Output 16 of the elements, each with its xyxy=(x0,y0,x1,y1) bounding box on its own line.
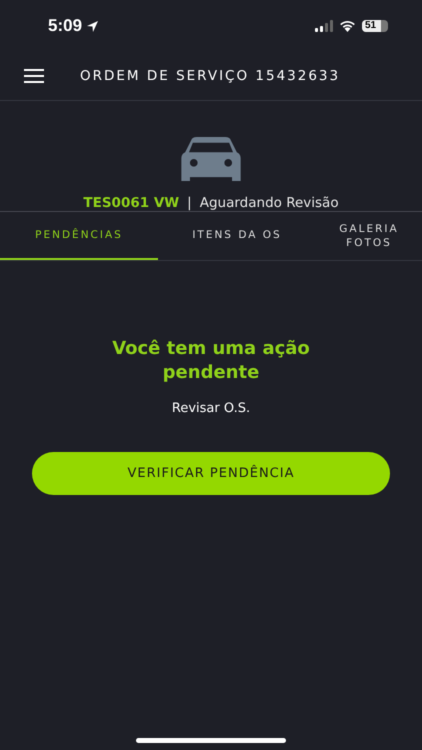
separator: | xyxy=(187,195,192,211)
pending-action: Revisar O.S. xyxy=(172,401,250,416)
wifi-icon xyxy=(339,20,356,32)
pending-heading: Você tem uma ação pendente xyxy=(111,337,311,385)
menu-button[interactable] xyxy=(24,69,44,83)
status-time: 5:09 xyxy=(48,16,82,36)
tab[interactable]: GALERIA FOTOS xyxy=(316,212,422,260)
verify-button[interactable]: VERIFICAR PENDÊNCIA xyxy=(32,452,390,495)
page-title: ORDEM DE SERVIÇO 15432633 xyxy=(80,68,340,84)
location-arrow-icon xyxy=(86,20,100,32)
tab[interactable]: PENDÊNCIAS xyxy=(0,212,158,260)
vehicle-plate: TES0061 VW xyxy=(83,195,180,211)
vehicle-status: Aguardando Revisão xyxy=(200,195,339,211)
tab[interactable]: ITENS DA OS xyxy=(158,212,316,260)
battery-icon: 51 xyxy=(362,20,388,32)
signal-icon xyxy=(315,20,333,32)
